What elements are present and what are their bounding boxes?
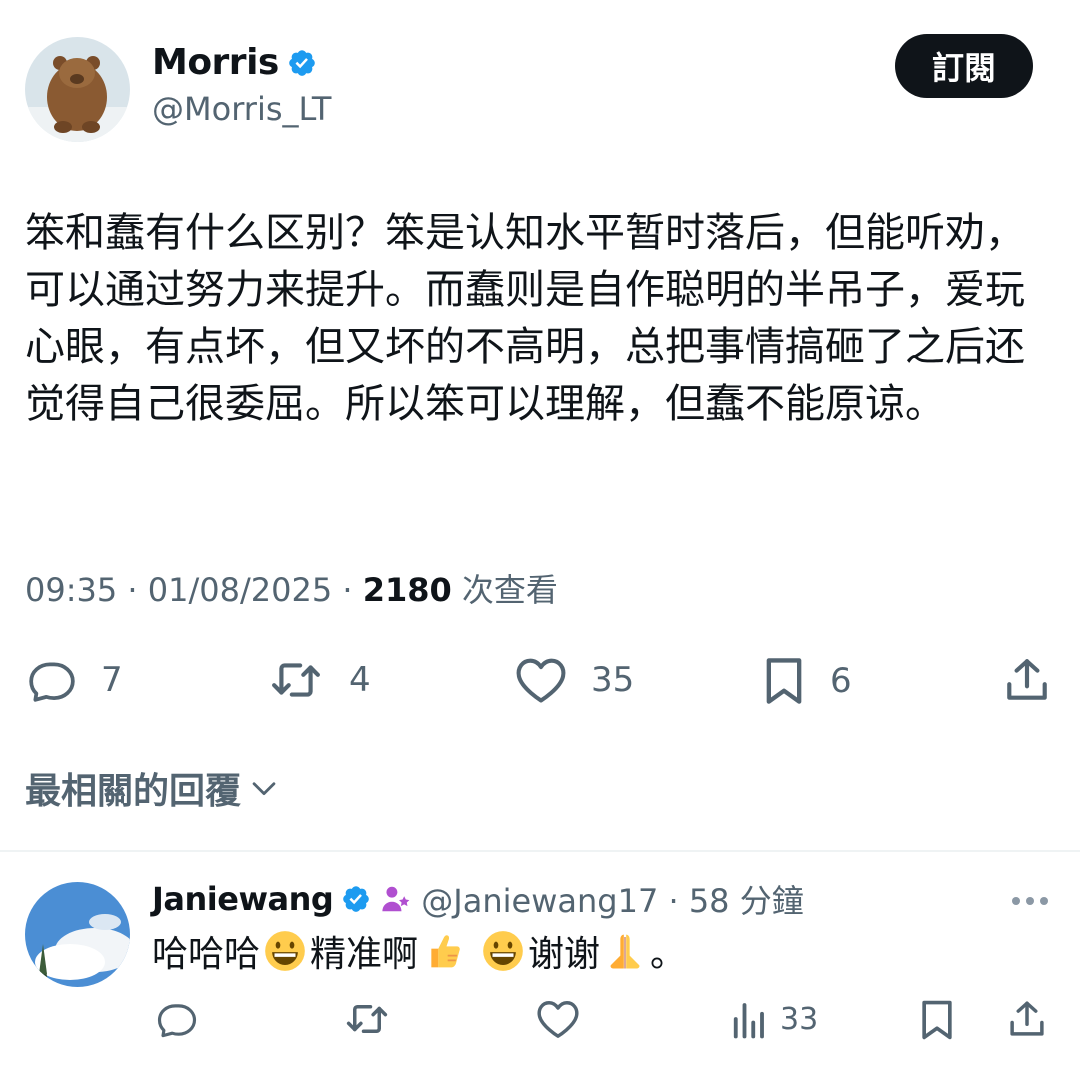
retweet-icon [346, 1005, 388, 1033]
folded-hands-emoji-icon [610, 934, 640, 969]
author-name[interactable]: Morris [152, 42, 317, 83]
reply-views-action[interactable]: 33 [728, 998, 818, 1040]
reply-bookmark-action[interactable] [917, 998, 957, 1042]
tweet-meta: 09:35 · 01/08/2025 · 2180 次查看 [25, 565, 558, 611]
reply-share-action[interactable] [1006, 998, 1048, 1040]
reply-text-part: 哈哈哈 [152, 934, 261, 975]
divider [0, 850, 1080, 852]
like-count: 35 [591, 660, 635, 700]
more-button[interactable] [1010, 893, 1050, 912]
reply-avatar[interactable] [25, 882, 130, 987]
share-icon [1010, 1001, 1044, 1036]
share-action[interactable] [1002, 655, 1052, 705]
views-label: 次查看 [451, 571, 558, 609]
reply-retweet-action[interactable] [342, 998, 392, 1040]
like-action[interactable]: 35 [513, 655, 634, 705]
grinning-emoji-icon [483, 931, 523, 971]
comment-icon [29, 662, 75, 702]
reply-text: 哈哈哈 精准啊 谢谢 。 [152, 925, 686, 977]
chevron-down-icon [252, 782, 276, 796]
verified-badge-icon [289, 50, 315, 76]
reply-like-action[interactable] [535, 998, 581, 1040]
reply-text-part: 精准啊 [310, 934, 419, 975]
subscribe-button[interactable]: 訂閱 [895, 34, 1033, 98]
retweet-count: 4 [349, 660, 371, 700]
bookmark-icon [766, 658, 802, 704]
reply-text-part: 谢谢 [528, 934, 601, 975]
reply-action[interactable]: 7 [25, 655, 123, 705]
bookmark-action[interactable]: 6 [760, 655, 852, 707]
author-avatar[interactable] [25, 37, 130, 142]
reply-author-handle[interactable]: @Janiewang17 · 58 分鐘 [421, 876, 803, 922]
reply-reply-action[interactable] [155, 998, 199, 1040]
reply-author-name[interactable]: Janiewang [152, 880, 334, 918]
heart-icon [537, 1001, 579, 1038]
more-icon [1012, 897, 1048, 905]
reply-header: Janiewang @Janiewang17 · 58 分鐘 [152, 876, 804, 922]
bookmark-count: 6 [830, 661, 852, 701]
views-count: 2180 [362, 571, 452, 609]
retweet-action[interactable]: 4 [265, 655, 371, 705]
grinning-emoji-icon [265, 931, 305, 971]
comment-icon [157, 1004, 197, 1038]
reply-text-part: 。 [650, 934, 687, 975]
reply-count: 7 [101, 660, 123, 700]
retweet-icon [272, 663, 320, 697]
author-name-text: Morris [152, 42, 279, 83]
share-icon [1007, 659, 1047, 700]
bookmark-icon [922, 1000, 952, 1040]
heart-icon [516, 658, 566, 703]
analytics-icon [733, 1003, 764, 1039]
replies-sort-dropdown[interactable]: 最相關的回覆 [25, 762, 281, 814]
reply-views-count: 33 [780, 1001, 819, 1037]
tweet-text: 笨和蠢有什么区别？笨是认知水平暂时落后，但能听劝，可以通过努力来提升。而蠢则是自… [25, 210, 1025, 427]
verified-badge-icon [343, 886, 370, 912]
creator-badge-icon [382, 886, 410, 912]
author-handle[interactable]: @Morris_LT [152, 90, 331, 128]
tweet-timestamp[interactable]: 09:35 · 01/08/2025 · [25, 571, 363, 609]
replies-sort-label: 最相關的回覆 [25, 771, 242, 812]
thumbs-up-emoji-icon [431, 935, 460, 968]
